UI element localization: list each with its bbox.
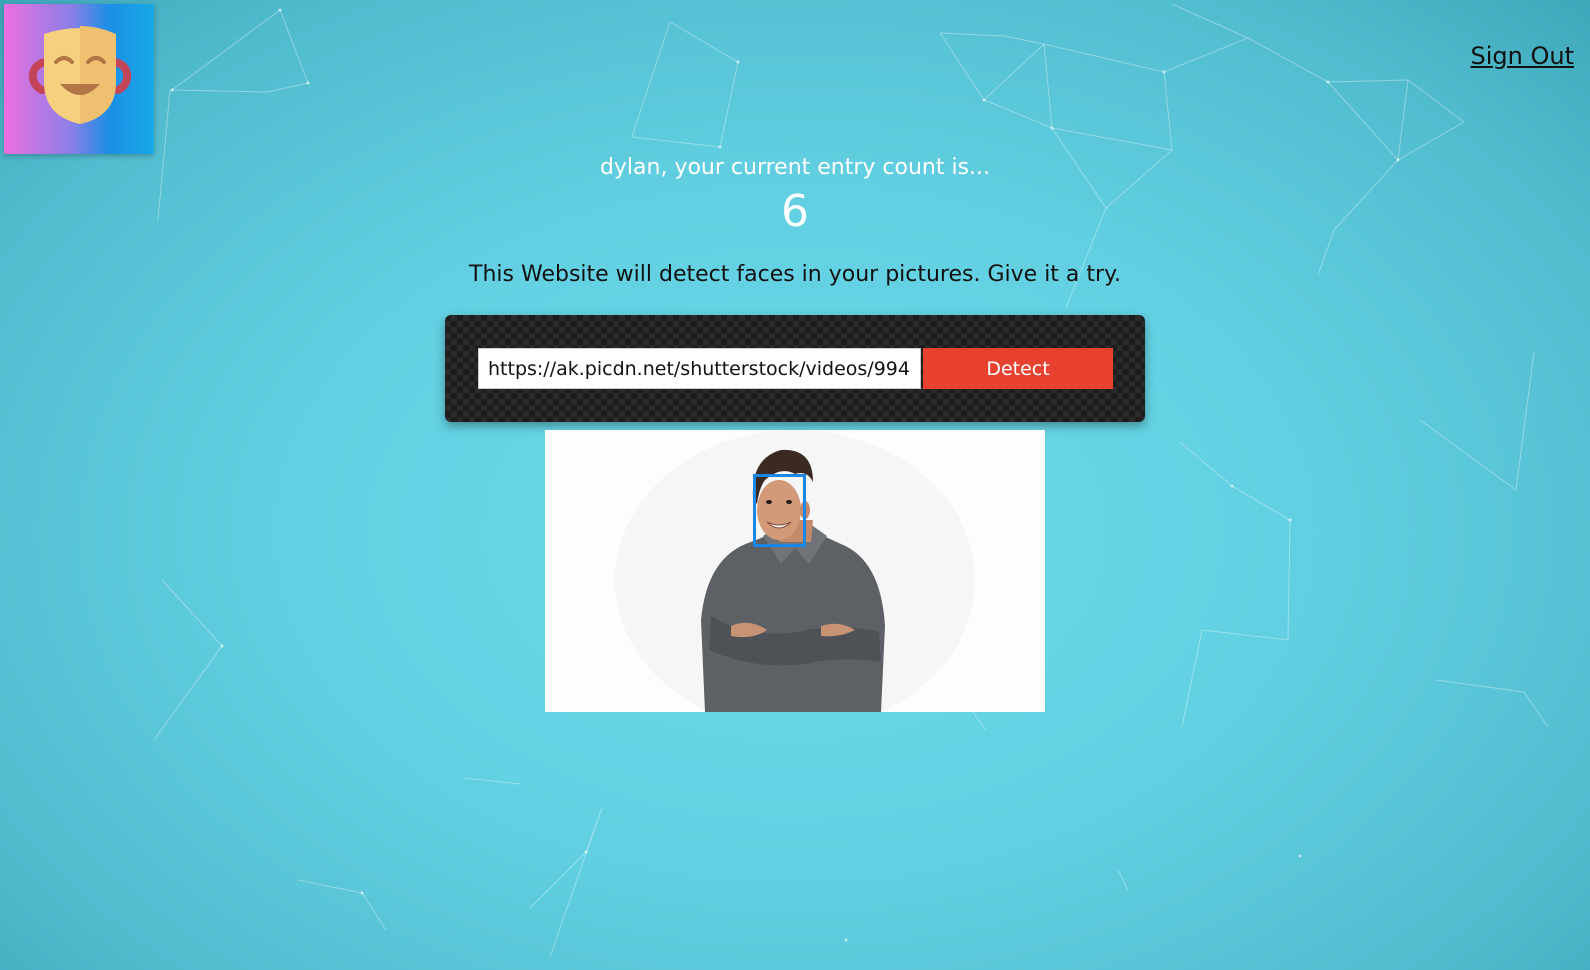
- rank-greeting: dylan, your current entry count is...: [599, 155, 991, 180]
- entry-count: 6: [781, 186, 809, 237]
- result-image: [545, 430, 1045, 712]
- image-url-input[interactable]: [478, 348, 921, 389]
- app-logo[interactable]: [4, 4, 154, 154]
- detect-button[interactable]: Detect: [923, 348, 1113, 389]
- image-url-form: Detect: [445, 315, 1145, 422]
- smiling-mask-icon: [29, 26, 131, 124]
- face-bounding-box: [753, 474, 806, 547]
- sign-out-link[interactable]: Sign Out: [1471, 42, 1575, 70]
- page-tagline: This Website will detect faces in your p…: [469, 262, 1121, 287]
- person-photo: [615, 430, 975, 712]
